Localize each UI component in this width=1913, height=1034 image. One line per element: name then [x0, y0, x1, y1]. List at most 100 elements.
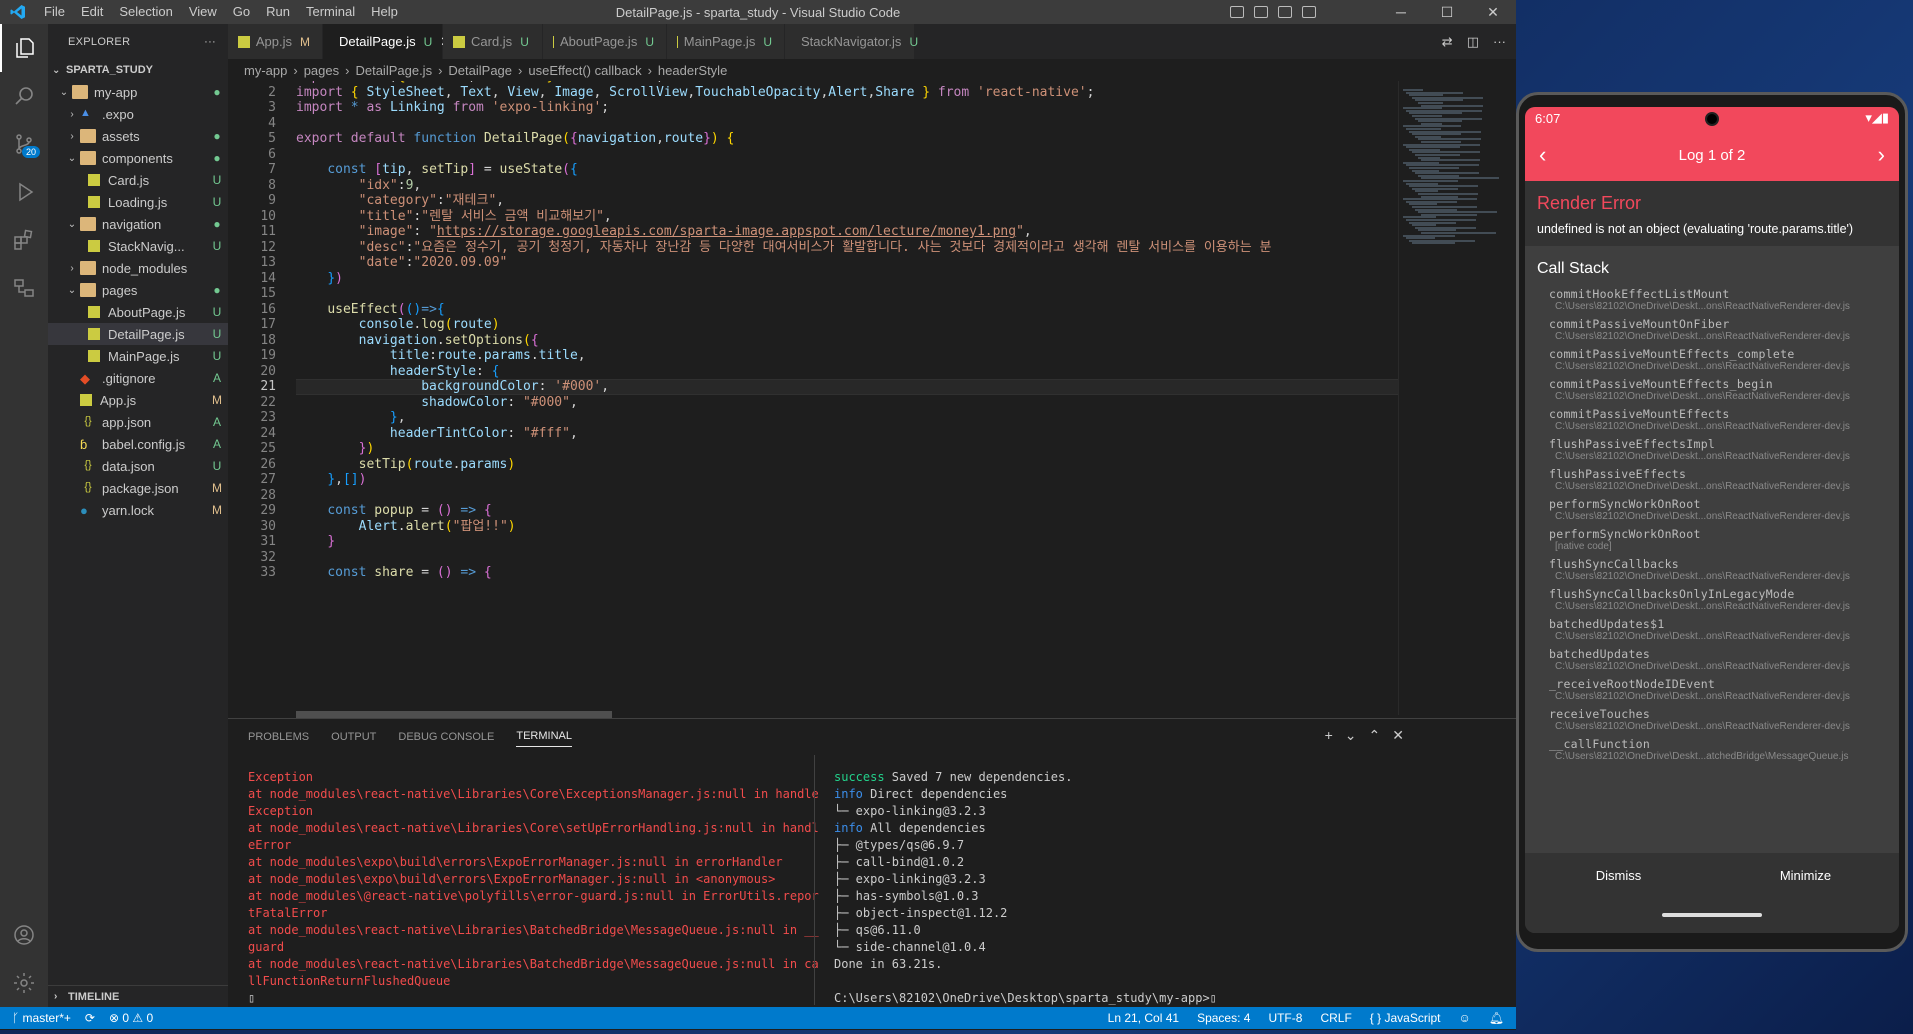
stack-frame[interactable]: commitHookEffectListMount C:\Users\82102\… — [1525, 284, 1899, 314]
language-mode[interactable]: { } JavaScript — [1370, 1011, 1441, 1025]
terminal-output-left[interactable]: Exception at node_modules\react-native\Li… — [248, 769, 819, 1007]
panel-tab-terminal[interactable]: TERMINAL — [516, 730, 572, 747]
tree-item[interactable]: StackNavig... U — [48, 235, 228, 257]
tab-app-js[interactable]: App.js M — [228, 24, 323, 59]
stack-frame[interactable]: commitPassiveMountEffects C:\Users\82102\… — [1525, 404, 1899, 434]
run-debug-icon[interactable] — [0, 168, 48, 216]
stack-frame[interactable]: flushSyncCallbacks C:\Users\82102\OneDriv… — [1525, 554, 1899, 584]
stack-frame[interactable]: performSyncWorkOnRoot [native code] — [1525, 524, 1899, 554]
panel-tab-problems[interactable]: PROBLEMS — [248, 731, 309, 743]
tab-aboutpage-js[interactable]: AboutPage.js U — [543, 24, 667, 59]
search-icon[interactable] — [0, 72, 48, 120]
stack-frame[interactable]: commitPassiveMountOnFiber C:\Users\82102\… — [1525, 314, 1899, 344]
breadcrumb-item[interactable]: headerStyle — [658, 63, 727, 78]
maximize-button[interactable]: ☐ — [1424, 0, 1470, 24]
tree-item[interactable]: ⌄ components ● — [48, 147, 228, 169]
stack-frame[interactable]: commitPassiveMountEffects_complete C:\Use… — [1525, 344, 1899, 374]
stack-frame[interactable]: commitPassiveMountEffects_begin C:\Users\… — [1525, 374, 1899, 404]
tree-item[interactable]: ⌄ navigation ● — [48, 213, 228, 235]
stack-frame[interactable]: flushSyncCallbacksOnlyInLegacyMode C:\Use… — [1525, 584, 1899, 614]
stack-frame[interactable]: flushPassiveEffects C:\Users\82102\OneDri… — [1525, 464, 1899, 494]
tab-card-js[interactable]: Card.js U — [443, 24, 543, 59]
panel-tab-debug-console[interactable]: DEBUG CONSOLE — [398, 731, 494, 743]
dismiss-button[interactable]: Dismiss — [1525, 853, 1712, 897]
toggle-panel-icon[interactable] — [1254, 6, 1268, 18]
end-of-line[interactable]: CRLF — [1320, 1011, 1351, 1025]
tab-stacknavigator-js[interactable]: StackNavigator.js U — [785, 24, 918, 59]
new-terminal-button[interactable]: + — [1325, 727, 1333, 744]
tree-item[interactable]: › assets ● — [48, 125, 228, 147]
stack-frame[interactable]: __callFunction C:\Users\82102\OneDrive\De… — [1525, 734, 1899, 764]
breadcrumb-item[interactable]: pages — [304, 63, 339, 78]
indentation[interactable]: Spaces: 4 — [1197, 1011, 1250, 1025]
menu-terminal[interactable]: Terminal — [298, 0, 363, 24]
branch-indicator[interactable]: ᚴ master*+ — [12, 1011, 71, 1025]
menu-help[interactable]: Help — [363, 0, 406, 24]
stack-frame[interactable]: batchedUpdates C:\Users\82102\OneDrive\De… — [1525, 644, 1899, 674]
feedback-icon[interactable]: ☺ — [1459, 1011, 1471, 1025]
tree-item[interactable]: App.js M — [48, 389, 228, 411]
menu-edit[interactable]: Edit — [73, 0, 111, 24]
tree-item[interactable]: ɓ babel.config.js A — [48, 433, 228, 455]
toggle-secondary-sidebar-icon[interactable] — [1278, 6, 1292, 18]
explorer-icon[interactable] — [0, 24, 48, 72]
customize-layout-icon[interactable] — [1302, 6, 1316, 18]
terminal-output-right[interactable]: success Saved 7 new dependencies. info Di… — [834, 769, 1217, 1007]
terminal-split-divider[interactable] — [814, 755, 815, 1005]
tree-item[interactable]: ◆ .gitignore A — [48, 367, 228, 389]
panel-tab-output[interactable]: OUTPUT — [331, 731, 376, 743]
timeline-section[interactable]: › TIMELINE — [48, 985, 228, 1007]
tree-item[interactable]: ⌄ pages ● — [48, 279, 228, 301]
close-panel-button[interactable]: ✕ — [1392, 727, 1404, 744]
minimap[interactable] — [1398, 81, 1516, 715]
tree-item[interactable]: {} app.json A — [48, 411, 228, 433]
manage-gear-icon[interactable] — [0, 959, 48, 1007]
tree-item[interactable]: ⌄ my-app ● — [48, 81, 228, 103]
breadcrumb-item[interactable]: DetailPage.js — [355, 63, 432, 78]
tree-item[interactable]: DetailPage.js U — [48, 323, 228, 345]
extensions-icon[interactable] — [0, 216, 48, 264]
stack-frame[interactable]: receiveTouches C:\Users\82102\OneDrive\De… — [1525, 704, 1899, 734]
tree-item[interactable]: {} data.json U — [48, 455, 228, 477]
menu-file[interactable]: File — [36, 0, 73, 24]
tree-item[interactable]: MainPage.js U — [48, 345, 228, 367]
stack-frame[interactable]: batchedUpdates$1 C:\Users\82102\OneDrive\… — [1525, 614, 1899, 644]
next-log-button[interactable]: › — [1878, 142, 1885, 168]
minimize-button-phone[interactable]: Minimize — [1712, 853, 1899, 897]
maximize-panel-button[interactable]: ⌃ — [1369, 727, 1381, 744]
problems-indicator[interactable]: ⊗ 0 ⚠ 0 — [109, 1011, 153, 1025]
tree-item[interactable]: ● yarn.lock M — [48, 499, 228, 521]
terminal-dropdown-icon[interactable]: ⌄ — [1345, 727, 1357, 744]
stack-frame[interactable]: performSyncWorkOnRoot C:\Users\82102\OneD… — [1525, 494, 1899, 524]
encoding[interactable]: UTF-8 — [1268, 1011, 1302, 1025]
tab-detailpage-js[interactable]: DetailPage.jsU✕ — [323, 24, 451, 59]
breadcrumb-item[interactable]: DetailPage — [448, 63, 512, 78]
tree-item[interactable]: Loading.js U — [48, 191, 228, 213]
menu-go[interactable]: Go — [225, 0, 258, 24]
minimize-button[interactable]: ─ — [1378, 0, 1424, 24]
tree-item[interactable]: AboutPage.js U — [48, 301, 228, 323]
source-control-icon[interactable]: 20 — [0, 120, 48, 168]
menu-selection[interactable]: Selection — [111, 0, 180, 24]
more-actions-icon[interactable]: ··· — [1493, 34, 1506, 49]
explorer-more-button[interactable]: ··· — [204, 36, 216, 48]
menu-run[interactable]: Run — [258, 0, 298, 24]
tree-item[interactable]: › ▲ .expo — [48, 103, 228, 125]
tree-item[interactable]: Card.js U — [48, 169, 228, 191]
menu-view[interactable]: View — [181, 0, 225, 24]
home-gesture-handle[interactable] — [1662, 913, 1762, 917]
notifications-bell-icon[interactable]: 🔔︎ — [1489, 1011, 1504, 1025]
tab-mainpage-js[interactable]: MainPage.js U — [667, 24, 785, 59]
workspace-root[interactable]: ⌄ SPARTA_STUDY — [48, 59, 228, 81]
stack-frame[interactable]: _receiveRootNodeIDEvent C:\Users\82102\On… — [1525, 674, 1899, 704]
sync-icon[interactable]: ⟳ — [85, 1011, 95, 1025]
tree-item[interactable]: › node_modules — [48, 257, 228, 279]
stack-frame[interactable]: flushPassiveEffectsImpl C:\Users\82102\On… — [1525, 434, 1899, 464]
remote-explorer-icon[interactable] — [0, 264, 48, 312]
breadcrumb-item[interactable]: my-app — [244, 63, 287, 78]
accounts-icon[interactable] — [0, 911, 48, 959]
breadcrumb-item[interactable]: useEffect() callback — [528, 63, 641, 78]
toggle-sidebar-icon[interactable] — [1230, 6, 1244, 18]
open-changes-icon[interactable]: ⇄ — [1442, 34, 1453, 50]
close-window-button[interactable]: ✕ — [1470, 0, 1516, 24]
